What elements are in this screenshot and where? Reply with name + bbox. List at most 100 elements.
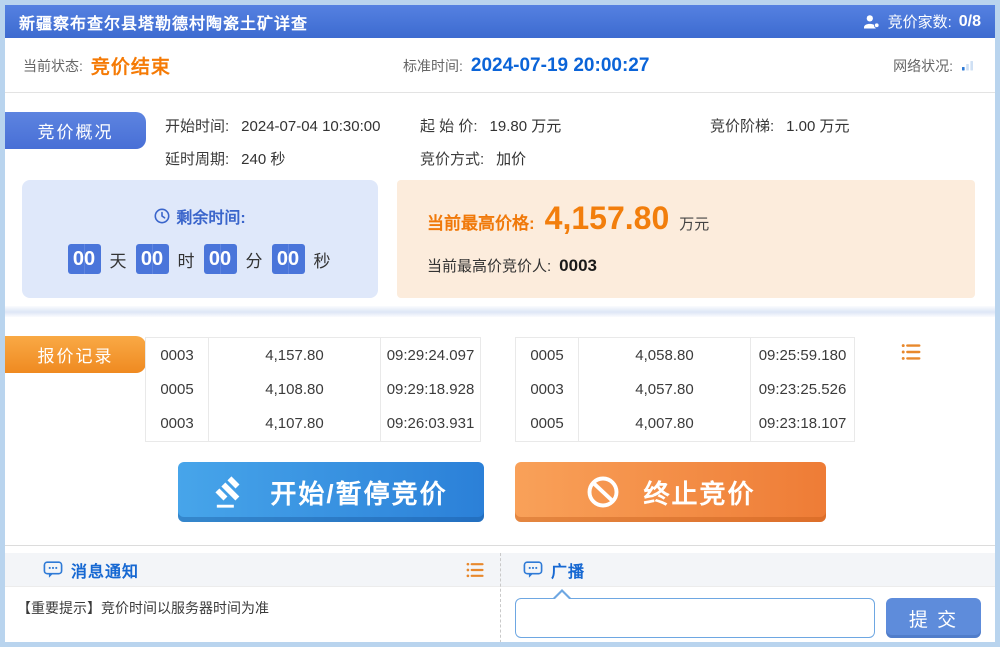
countdown-digits: 00 天 00 时 00 分 00 秒 [68,244,333,274]
status-row: 当前状态: 竞价结束 标准时间: 2024-07-19 20:00:27 网络状… [5,38,995,93]
cell-time: 09:23:25.526 [751,372,854,406]
cell-bidder: 0005 [146,372,209,406]
bottom-vertical-divider [500,553,501,647]
bid-records-list-icon[interactable] [900,341,922,363]
cell-time: 09:29:18.928 [381,372,480,406]
users-icon [863,14,881,30]
cell-bidder: 0003 [516,372,579,406]
clock-icon [154,208,170,224]
countdown-days: 00 [68,244,101,274]
field-delay-period: 延时周期: 240 秒 [165,148,285,169]
countdown-minutes: 00 [204,244,237,274]
field-value: 加价 [496,151,526,168]
cell-time: 09:25:59.180 [751,338,854,372]
notice-list-icon[interactable] [465,560,485,580]
start-pause-label: 开始/暂停竞价 [270,474,447,511]
bidders-label: 竞价家数: [888,11,952,32]
terminate-label: 终止竞价 [643,474,755,511]
standard-time: 标准时间: 2024-07-19 20:00:27 [403,38,649,93]
cell-time: 09:26:03.931 [381,407,480,441]
submit-button[interactable]: 提 交 [886,598,981,638]
notice-message: 【重要提示】竞价时间以服务器时间为准 [17,598,269,618]
no-entry-icon [585,474,621,510]
terminate-button[interactable]: 终止竞价 [515,462,826,522]
bid-table-right: 0005 4,058.80 09:25:59.180 0003 4,057.80… [515,337,855,442]
auction-page: 新疆察布查尔县塔勒德村陶瓷土矿详查 竞价家数: 0/8 当前状态: 竞价结束 标… [0,0,1000,647]
current-state: 当前状态: 竞价结束 [23,38,171,93]
section-label-bid-records: 报价记录 [5,336,146,373]
countdown-hours: 00 [136,244,169,274]
countdown-label: 剩余时间: [176,204,245,228]
cell-time: 09:23:18.107 [751,407,854,441]
network-status: 网络状况: [893,38,973,93]
chat-bubble-icon [43,561,63,579]
unit-hour: 时 [178,247,195,272]
highest-price-label: 当前最高价格: [427,209,535,234]
section-label-overview: 竞价概况 [5,112,146,149]
section-divider [5,306,995,317]
field-value: 2024-07-04 10:30:00 [241,118,380,135]
signal-icon [961,60,973,71]
highest-price-row: 当前最高价格: 4,157.80 万元 [427,200,975,237]
cell-price: 4,058.80 [579,338,751,372]
table-row: 0005 4,058.80 09:25:59.180 [516,338,854,372]
highest-price-unit: 万元 [679,213,709,234]
field-label: 竞价方式: [420,151,484,168]
highest-bidder-label: 当前最高价竞价人: [427,255,551,276]
gavel-icon [214,475,248,509]
broadcast-title: 广播 [551,558,585,582]
table-row: 0003 4,157.80 09:29:24.097 [146,338,480,372]
field-bid-mode: 竞价方式: 加价 [420,148,526,169]
network-label: 网络状况: [893,56,953,76]
countdown-title: 剩余时间: [154,204,245,228]
field-label: 开始时间: [165,118,229,135]
bidders-value: 0/8 [959,13,981,31]
cell-bidder: 0005 [516,407,579,441]
cell-time: 09:29:24.097 [381,338,480,372]
notice-title: 消息通知 [71,558,139,582]
table-row: 0005 4,108.80 09:29:18.928 [146,372,480,406]
field-label: 竞价阶梯: [710,118,774,135]
cell-bidder: 0003 [146,338,209,372]
field-label: 延时周期: [165,151,229,168]
field-start-price: 起 始 价: 19.80 万元 [420,115,561,136]
input-notch [553,589,571,598]
highest-price-value: 4,157.80 [545,200,670,237]
field-label: 起 始 价: [420,118,478,135]
cell-price: 4,108.80 [209,372,381,406]
table-row: 0003 4,107.80 09:26:03.931 [146,407,480,441]
field-value: 19.80 万元 [490,118,562,135]
table-row: 0003 4,057.80 09:23:25.526 [516,372,854,406]
highest-bidder-row: 当前最高价竞价人: 0003 [427,255,975,276]
time-label: 标准时间: [403,56,463,76]
field-start-time: 开始时间: 2024-07-04 10:30:00 [165,115,380,136]
start-pause-button[interactable]: 开始/暂停竞价 [178,462,484,522]
notice-header: 消息通知 [43,553,139,587]
broadcast-header: 广播 [523,553,585,587]
cell-price: 4,007.80 [579,407,751,441]
highest-bidder-value: 0003 [559,256,597,276]
bidders-count: 竞价家数: 0/8 [863,11,981,32]
field-bid-step: 竞价阶梯: 1.00 万元 [710,115,850,136]
countdown-seconds: 00 [272,244,305,274]
unit-day: 天 [110,247,127,272]
page-title: 新疆察布查尔县塔勒德村陶瓷土矿详查 [19,10,308,34]
table-row: 0005 4,007.80 09:23:18.107 [516,407,854,441]
field-value: 1.00 万元 [786,118,849,135]
cell-price: 4,157.80 [209,338,381,372]
broadcast-input[interactable] [515,598,875,638]
state-value: 竞价结束 [91,52,171,79]
title-bar: 新疆察布查尔县塔勒德村陶瓷土矿详查 竞价家数: 0/8 [5,5,995,38]
unit-second: 秒 [314,247,331,272]
field-value: 240 秒 [241,151,285,168]
cell-price: 4,107.80 [209,407,381,441]
chat-bubble-icon [523,561,543,579]
broadcast-input-wrap [515,598,875,638]
unit-minute: 分 [246,247,263,272]
highest-price-box: 当前最高价格: 4,157.80 万元 当前最高价竞价人: 0003 [397,180,975,298]
bottom-area: 消息通知 广播 【重要提示】竞价时间以服务器时间为准 [5,545,995,642]
bid-table-left: 0003 4,157.80 09:29:24.097 0005 4,108.80… [145,337,481,442]
cell-bidder: 0005 [516,338,579,372]
state-label: 当前状态: [23,56,83,76]
countdown-box: 剩余时间: 00 天 00 时 00 分 00 秒 [22,180,378,298]
